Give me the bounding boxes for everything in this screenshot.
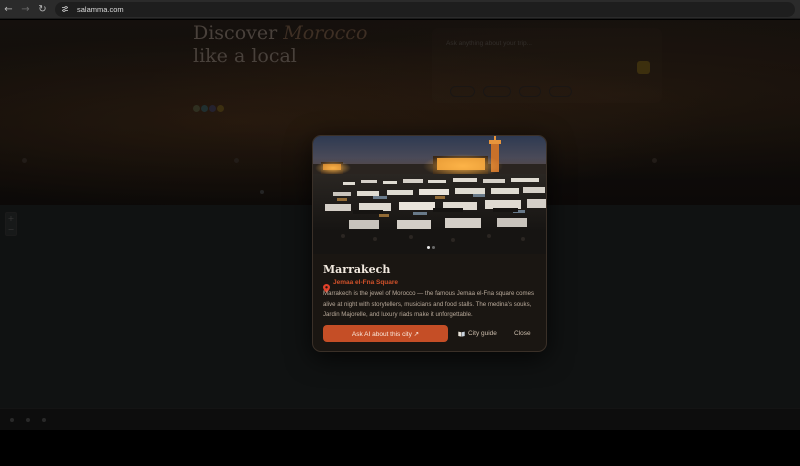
carousel-dots xyxy=(313,246,546,249)
book-icon xyxy=(458,331,465,337)
ask-ai-button[interactable]: Ask AI about this city ↗ xyxy=(323,325,448,342)
address-bar[interactable]: salamma.com xyxy=(55,2,795,17)
city-guide-label: City guide xyxy=(468,330,497,337)
url-text: salamma.com xyxy=(77,5,124,14)
carousel-dot[interactable] xyxy=(426,246,430,249)
close-button[interactable]: Close xyxy=(514,327,531,340)
carousel-dot[interactable] xyxy=(431,246,435,249)
map-pin-icon xyxy=(323,278,330,293)
back-arrow-icon[interactable]: ← xyxy=(0,0,17,19)
city-guide-button[interactable]: City guide xyxy=(458,327,497,340)
city-description: Marrakech is the jewel of Morocco — the … xyxy=(323,290,534,318)
reload-icon[interactable]: ↻ xyxy=(34,0,51,19)
window-bottom xyxy=(0,430,800,466)
city-location: Jemaa el-Fna Square xyxy=(323,278,399,293)
city-modal: Marrakech Jemaa el-Fna Square Marrakech … xyxy=(312,135,547,352)
site-settings-icon[interactable] xyxy=(61,5,73,15)
location-text: Jemaa el-Fna Square xyxy=(333,279,399,286)
city-title: Marrakech xyxy=(323,263,391,276)
browser-toolbar: ← → ↻ salamma.com xyxy=(0,0,800,19)
forward-arrow-icon[interactable]: → xyxy=(17,0,34,19)
city-photo xyxy=(313,136,546,254)
